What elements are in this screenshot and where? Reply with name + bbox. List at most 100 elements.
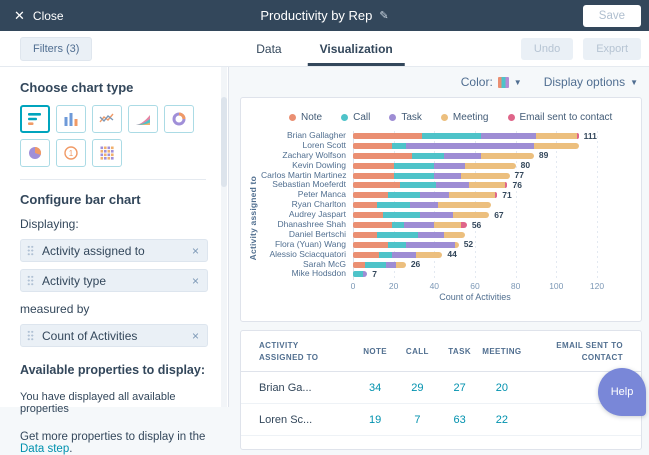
table-cell-value[interactable]: 63	[439, 414, 481, 426]
bar-segment-meeting[interactable]	[438, 202, 492, 209]
bar-segment-meeting[interactable]	[434, 221, 461, 228]
bar-segment-note[interactable]	[353, 172, 394, 179]
bar-segment-note[interactable]	[353, 221, 392, 228]
chart-type-vertical-bar[interactable]	[56, 105, 86, 133]
bar-segment-note[interactable]	[353, 142, 392, 149]
bar-segment-note[interactable]	[353, 132, 423, 139]
filters-button[interactable]: Filters (3)	[20, 36, 93, 61]
legend-item[interactable]: Email sent to contact	[507, 112, 612, 123]
bar-segment-task[interactable]	[420, 212, 453, 219]
tab-visualization[interactable]: Visualization	[306, 31, 407, 66]
bar-segment-call[interactable]	[379, 251, 392, 258]
bar-segment-note[interactable]	[353, 162, 394, 169]
bar-segment-task[interactable]	[481, 132, 536, 139]
bar-segment-email-sent-to-contact[interactable]	[495, 192, 498, 199]
table-cell-value[interactable]: 20	[481, 382, 523, 394]
help-button[interactable]: Help	[598, 368, 646, 416]
bar-segment-task[interactable]	[444, 152, 482, 159]
bar-segment-call[interactable]	[387, 241, 406, 248]
remove-icon[interactable]: ×	[192, 274, 199, 288]
bar-segment-meeting[interactable]	[468, 182, 506, 189]
bar-segment-call[interactable]	[383, 212, 421, 219]
table-column-header[interactable]: TASK	[439, 346, 481, 358]
chart-type-pivot-table[interactable]	[92, 139, 122, 167]
chart-type-summary[interactable]: 1	[56, 139, 86, 167]
property-pill[interactable]: Activity type ×	[20, 269, 208, 292]
bar-segment-task[interactable]	[391, 251, 416, 258]
chart-type-pie[interactable]	[20, 139, 50, 167]
table-cell-value[interactable]: 34	[354, 382, 396, 394]
chart-type-horizontal-bar[interactable]	[20, 105, 50, 133]
bar-segment-task[interactable]	[420, 192, 449, 199]
table-column-header[interactable]: NOTE	[354, 346, 396, 358]
bar-segment-call[interactable]	[399, 182, 437, 189]
undo-button[interactable]: Undo	[520, 37, 574, 60]
bar-segment-call[interactable]	[387, 192, 421, 199]
bar-segment-meeting[interactable]	[395, 261, 406, 268]
bar-segment-note[interactable]	[353, 251, 380, 258]
legend-item[interactable]: Task	[389, 112, 422, 123]
bar-segment-task[interactable]	[385, 261, 396, 268]
bar-segment-task[interactable]	[434, 172, 461, 179]
table-cell-value[interactable]: 19	[354, 414, 396, 426]
remove-icon[interactable]: ×	[192, 244, 199, 258]
property-pill[interactable]: Activity assigned to ×	[20, 239, 208, 262]
bar-segment-call[interactable]	[393, 162, 435, 169]
bar-segment-meeting[interactable]	[448, 192, 496, 199]
table-column-header[interactable]: EMAIL SENT TO CONTACT	[523, 340, 623, 363]
bar-segment-meeting[interactable]	[452, 212, 490, 219]
bar-segment-task[interactable]	[363, 271, 368, 278]
bar-segment-call[interactable]	[365, 261, 386, 268]
bar-segment-email-sent-to-contact[interactable]	[576, 132, 579, 139]
bar-segment-meeting[interactable]	[454, 241, 459, 248]
bar-segment-note[interactable]	[353, 261, 366, 268]
bar-segment-note[interactable]	[353, 231, 378, 238]
bar-segment-task[interactable]	[403, 221, 435, 228]
bar-segment-task[interactable]	[436, 182, 469, 189]
tab-data[interactable]: Data	[242, 31, 295, 66]
bar-segment-meeting[interactable]	[533, 142, 579, 149]
bar-segment-meeting[interactable]	[416, 251, 443, 258]
table-column-header[interactable]: CALL	[396, 346, 438, 358]
bar-segment-note[interactable]	[353, 241, 388, 248]
bar-segment-meeting[interactable]	[444, 231, 465, 238]
bar-segment-call[interactable]	[377, 231, 419, 238]
legend-item[interactable]: Meeting	[440, 112, 489, 123]
bar-segment-call[interactable]	[391, 142, 406, 149]
table-cell-value[interactable]: 7	[396, 414, 438, 426]
bar-segment-task[interactable]	[409, 202, 439, 209]
bar-segment-note[interactable]	[353, 212, 384, 219]
bar-segment-note[interactable]	[353, 192, 388, 199]
bar-segment-call[interactable]	[411, 152, 445, 159]
drag-handle-icon[interactable]	[27, 245, 34, 256]
chart-type-donut[interactable]	[164, 105, 194, 133]
chart-type-area[interactable]	[128, 105, 158, 133]
bar-segment-meeting[interactable]	[460, 172, 510, 179]
color-dropdown[interactable]: Color: ▼	[461, 75, 522, 89]
bar-segment-task[interactable]	[434, 162, 465, 169]
legend-item[interactable]: Note	[289, 112, 322, 123]
bar-segment-call[interactable]	[377, 202, 410, 209]
bar-segment-meeting[interactable]	[464, 162, 516, 169]
bar-segment-task[interactable]	[405, 241, 455, 248]
remove-icon[interactable]: ×	[192, 329, 199, 343]
chart-type-line[interactable]	[92, 105, 122, 133]
table-cell-value[interactable]: 27	[439, 382, 481, 394]
edit-title-icon[interactable]: ✎	[379, 9, 388, 22]
bar-segment-call[interactable]	[422, 132, 482, 139]
bar-segment-task[interactable]	[418, 231, 445, 238]
drag-handle-icon[interactable]	[27, 275, 34, 286]
bar-segment-email-sent-to-contact[interactable]	[505, 182, 508, 189]
bar-segment-note[interactable]	[353, 182, 400, 189]
table-cell-value[interactable]: 29	[396, 382, 438, 394]
property-pill[interactable]: Count of Activities ×	[20, 324, 208, 347]
bar-segment-call[interactable]	[391, 221, 404, 228]
data-step-link[interactable]: Data step	[20, 443, 69, 455]
bar-segment-meeting[interactable]	[481, 152, 534, 159]
drag-handle-icon[interactable]	[27, 330, 34, 341]
bar-segment-note[interactable]	[353, 202, 378, 209]
save-button[interactable]: Save	[582, 4, 641, 27]
table-column-header[interactable]: MEETING	[481, 346, 523, 358]
table-cell-value[interactable]: 22	[481, 414, 523, 426]
bar-segment-task[interactable]	[405, 142, 534, 149]
